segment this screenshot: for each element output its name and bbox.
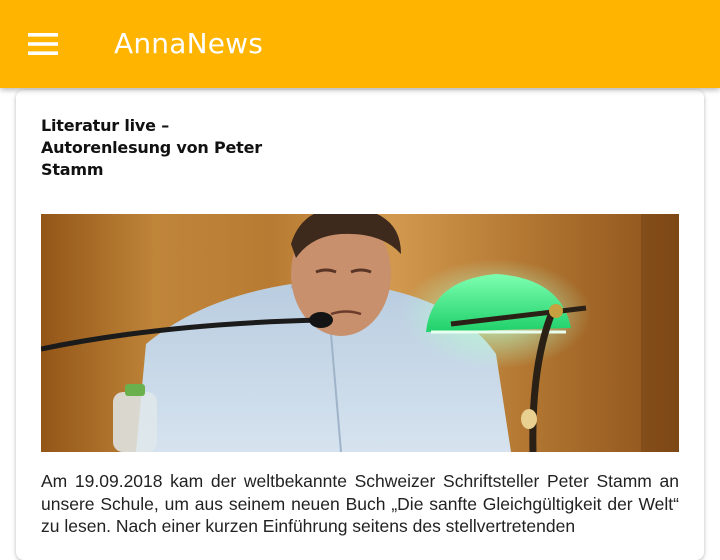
article-body: Am 19.09.2018 kam der weltbekannte Schwe…	[41, 471, 679, 536]
hamburger-menu-icon	[20, 22, 68, 66]
app-title: AnnaNews	[114, 27, 264, 60]
article-image[interactable]	[41, 214, 679, 452]
menu-button[interactable]	[20, 22, 68, 66]
article-title[interactable]: Literatur live – Autorenlesung von Peter…	[41, 115, 281, 181]
app-bar: AnnaNews	[0, 0, 720, 88]
